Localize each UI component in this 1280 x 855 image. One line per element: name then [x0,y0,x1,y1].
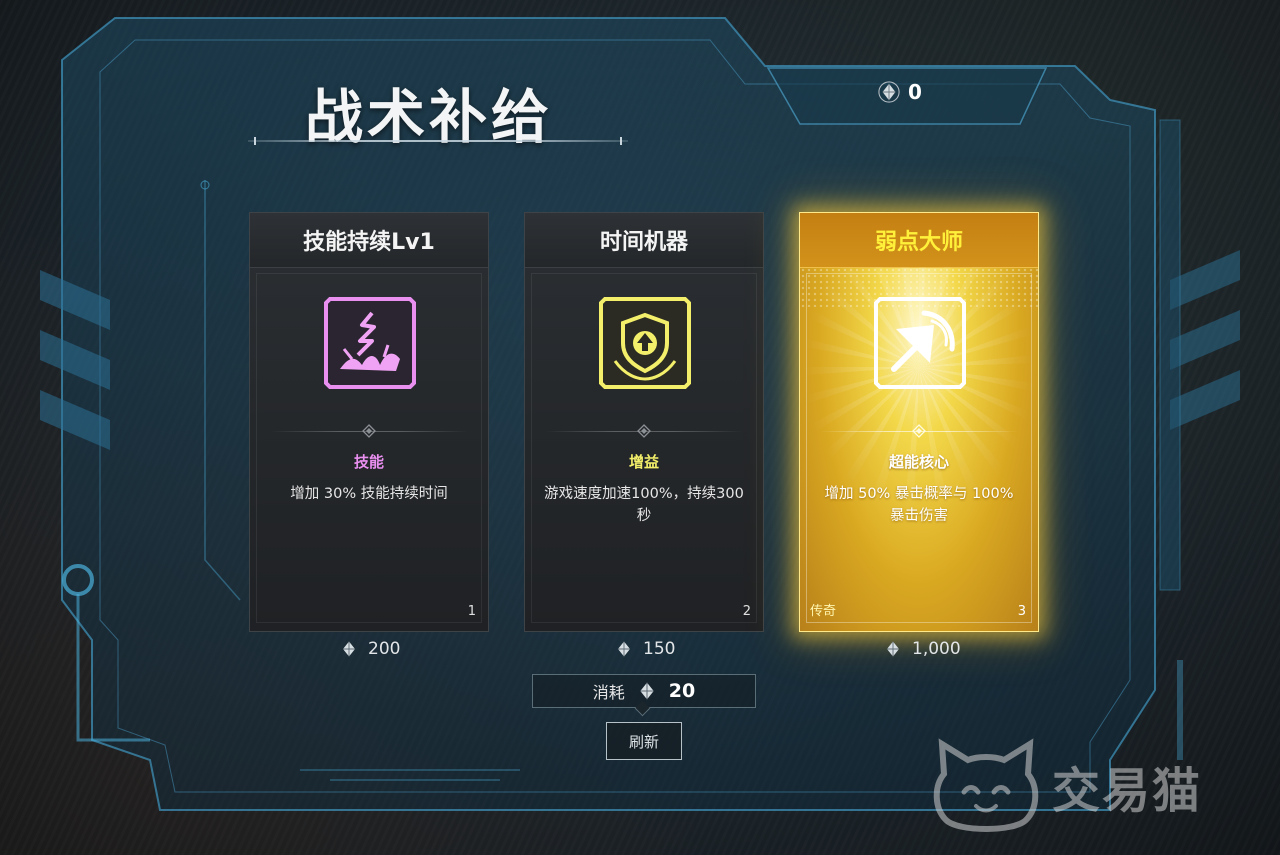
cat-logo-icon [933,738,1039,832]
refresh-button[interactable]: 刷新 [606,722,682,760]
refresh-cost: 消耗 20 [532,674,756,708]
price-value: 1,000 [912,639,961,659]
card-description: 增加 50% 暴击概率与 100% 暴击伤害 [824,486,1014,524]
card-description: 游戏速度加速100%，持续300秒 [544,486,744,524]
card-price-3: 1,000 [884,639,961,659]
card-title: 弱点大师 [800,213,1038,268]
divider-diamond-icon [637,424,651,438]
supply-card-2[interactable]: 时间机器 增益 游戏速度加速100%，持续300秒 2 [524,212,764,632]
gem-icon [878,81,900,103]
supply-card-3[interactable]: 弱点大师 超能核心 增加 50% 暴击概率与 100% 暴击伤害 传奇 3 [799,212,1039,632]
card-type: 技能 [353,453,384,471]
watermark: 交易猫 [930,738,1202,834]
gem-icon [637,681,657,701]
currency-amount: 0 [908,80,922,104]
skill-wave-icon [322,295,418,391]
refresh-cost-label: 消耗 [592,683,625,702]
card-title: 技能持续Lv1 [250,213,488,268]
card-index: 2 [742,604,751,619]
currency-display: 0 [878,80,922,104]
card-price-2: 150 [615,639,675,659]
card-index: 1 [467,604,476,619]
gem-icon [615,640,633,658]
strike-arrow-icon [872,295,968,391]
divider-diamond-icon [362,424,376,438]
card-type: 超能核心 [888,453,949,471]
price-value: 150 [643,639,676,659]
card-price-1: 200 [340,639,400,659]
watermark-text: 交易猫 [1052,763,1203,819]
title-underline [248,137,628,145]
gem-icon [884,640,902,658]
divider-diamond-icon [912,424,926,438]
gem-icon [340,640,358,658]
card-description: 增加 30% 技能持续时间 [290,486,448,502]
refresh-cost-value: 20 [668,680,696,702]
card-type: 增益 [628,453,659,471]
rarity-label: 传奇 [810,604,837,619]
supply-card-1[interactable]: 技能持续Lv1 技能 增加 30% 技能持续时间 1 [249,212,489,632]
price-value: 200 [368,639,401,659]
shield-arrow-icon [597,295,693,391]
card-title: 时间机器 [525,213,763,268]
card-index: 3 [1017,604,1026,619]
